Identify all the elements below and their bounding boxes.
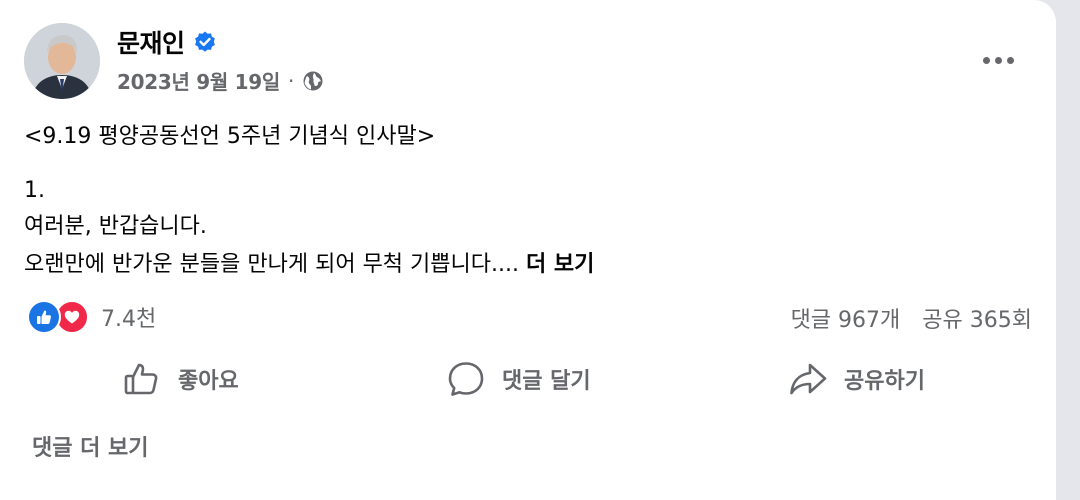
- comment-bubble-icon: [448, 362, 484, 396]
- post-date[interactable]: 2023년 9월 19일: [117, 66, 280, 95]
- view-more-comments-link[interactable]: 댓글 더 보기: [32, 430, 149, 462]
- reaction-summary[interactable]: 7.4천: [27, 300, 156, 334]
- engagement-stats: 댓글 967개 공유 365회: [791, 302, 1032, 334]
- like-button-label: 좋아요: [178, 369, 239, 394]
- more-dot: [994, 56, 1002, 64]
- post-line-2: 여러분, 반갑습니다.: [24, 214, 207, 239]
- post-line-3: 오랜만에 반가운 분들을 만나게 되어 무척 기쁩니다.... 더 보기: [24, 250, 594, 280]
- reactions-count: 7.4천: [101, 307, 157, 332]
- more-dot: [1006, 56, 1014, 64]
- more-dot: [982, 56, 990, 64]
- post-title: <9.19 평양공동선언 5주년 기념식 인사말>: [24, 124, 436, 149]
- comments-count[interactable]: 댓글 967개: [791, 302, 901, 334]
- see-more-link[interactable]: 더 보기: [526, 252, 594, 277]
- comment-button-label: 댓글 달기: [502, 369, 591, 394]
- avatar[interactable]: [24, 23, 100, 99]
- meta-separator: ·: [287, 68, 295, 93]
- thumbs-up-icon: [124, 363, 158, 395]
- post-meta: 2023년 9월 19일 ·: [117, 66, 324, 95]
- post-line-1: 1.: [24, 178, 45, 203]
- post-line-3-text: 오랜만에 반가운 분들을 만나게 되어 무척 기쁩니다....: [24, 252, 519, 277]
- share-button-label: 공유하기: [844, 369, 925, 394]
- more-options-icon[interactable]: [978, 52, 1018, 68]
- verified-badge-icon: [193, 30, 217, 54]
- author-name[interactable]: 문재인: [117, 24, 217, 60]
- comment-button[interactable]: 댓글 달기: [446, 352, 591, 406]
- like-reaction-icon: [27, 300, 61, 334]
- share-arrow-icon: [790, 363, 827, 395]
- share-button[interactable]: 공유하기: [788, 352, 925, 406]
- post-card: 문재인 2023년 9월 19일 · <9.19 평양공동선언 5주년 기념식 …: [0, 0, 1056, 500]
- action-bar: 좋아요 댓글 달기 공유하기: [0, 352, 1056, 406]
- globe-icon[interactable]: [302, 70, 324, 92]
- like-button[interactable]: 좋아요: [122, 352, 239, 406]
- avatar-image: [24, 23, 100, 99]
- shares-count[interactable]: 공유 365회: [922, 302, 1032, 334]
- author-name-text[interactable]: 문재인: [117, 24, 185, 60]
